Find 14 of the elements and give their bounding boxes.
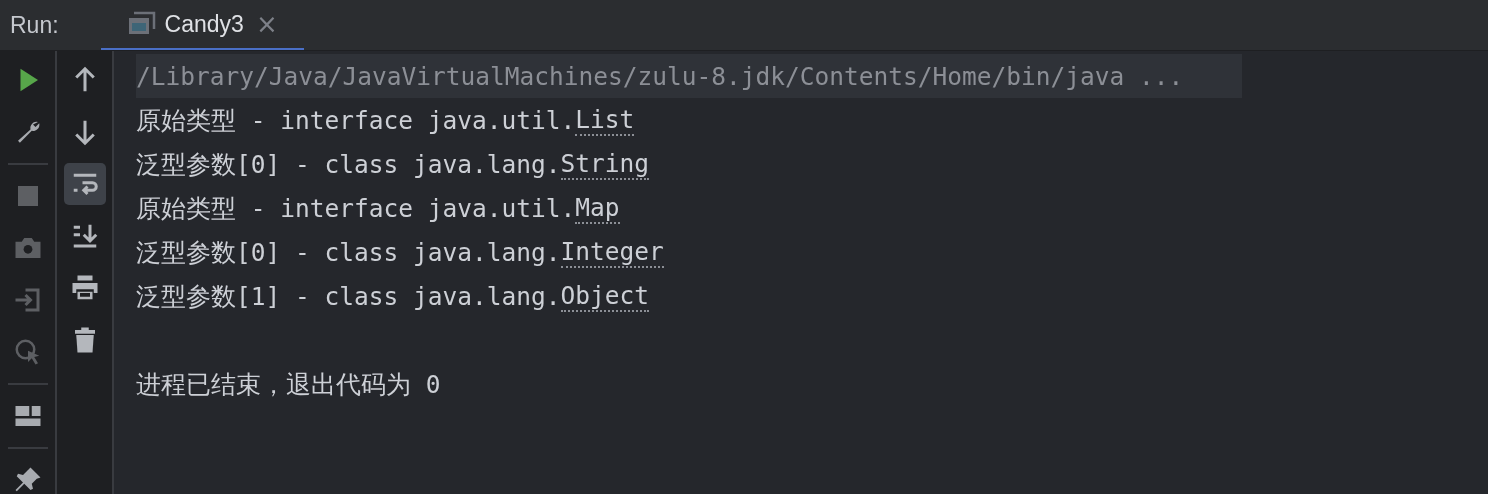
class-link[interactable]: Integer — [560, 236, 664, 268]
console-line: 进程已结束，退出代码为 0 — [136, 368, 441, 401]
console-line: 原始类型 - interface java.util.List — [136, 103, 635, 138]
console-window-icon — [126, 11, 157, 37]
console-line: 泛型参数[0] - class java.lang.String — [136, 147, 650, 182]
close-tab-icon[interactable]: × — [255, 11, 278, 37]
class-link[interactable]: List — [575, 104, 635, 136]
console-line: 泛型参数[0] - class java.lang.Integer — [136, 235, 664, 270]
class-link[interactable]: String — [560, 148, 650, 180]
console-line: 泛型参数[1] - class java.lang.Object — [136, 279, 650, 314]
console-line: 原始类型 - interface java.util.Map — [136, 191, 620, 226]
class-link[interactable]: Object — [560, 280, 650, 312]
run-label: Run: — [10, 11, 59, 39]
class-link[interactable]: Map — [575, 192, 620, 224]
